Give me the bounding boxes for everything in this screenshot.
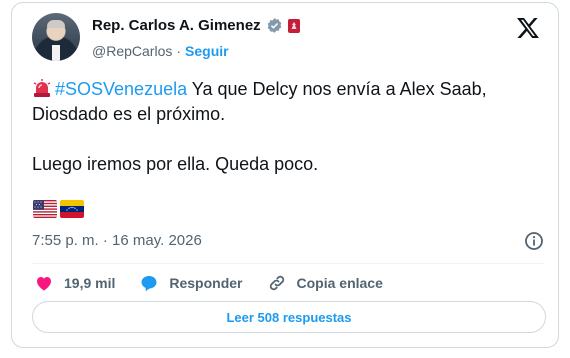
reply-button[interactable]: Responder: [139, 273, 243, 293]
handle-separator: ·: [176, 43, 182, 59]
police-light-emoji-icon: [33, 79, 51, 97]
info-icon[interactable]: [524, 231, 544, 251]
divider: [32, 263, 544, 264]
tweet-line2: Luego iremos por ella. Queda poco.: [32, 154, 319, 174]
flag-emojis: [33, 200, 84, 218]
read-replies-button[interactable]: Leer 508 respuestas: [32, 301, 546, 333]
reply-bubble-icon: [141, 276, 157, 292]
venezuela-flag-icon: [60, 200, 84, 218]
verified-badge-icon: [267, 18, 281, 33]
follow-button[interactable]: Seguir: [185, 43, 229, 59]
heart-icon: [37, 277, 51, 291]
author-name-row: Rep. Carlos A. Gimenez: [92, 17, 300, 34]
author-handle[interactable]: @RepCarlos: [92, 43, 172, 59]
tweet-timestamp[interactable]: 7:55 p. m. · 16 may. 2026: [32, 232, 202, 249]
like-count: 19,9 mil: [64, 275, 116, 291]
x-logo-icon[interactable]: [516, 17, 540, 39]
copy-link-button[interactable]: Copia enlace: [267, 273, 383, 293]
tweet-card: Rep. Carlos A. Gimenez @RepCarlos · Segu…: [11, 2, 559, 348]
like-button[interactable]: 19,9 mil: [34, 273, 115, 293]
action-bar: 19,9 mil Responder Copia enlace: [34, 273, 407, 293]
copy-link-label: Copia enlace: [296, 275, 383, 291]
tweet-text: #SOSVenezuela Ya que Delcy nos envía a A…: [32, 77, 542, 177]
avatar[interactable]: [32, 13, 80, 61]
handle-row: @RepCarlos · Seguir: [92, 43, 229, 59]
reply-label: Responder: [169, 275, 243, 291]
link-icon: [269, 275, 284, 291]
author-name[interactable]: Rep. Carlos A. Gimenez: [92, 17, 261, 34]
congress-seal-icon: [287, 18, 300, 33]
us-flag-icon: [33, 200, 57, 218]
hashtag-link[interactable]: #SOSVenezuela: [55, 79, 187, 99]
